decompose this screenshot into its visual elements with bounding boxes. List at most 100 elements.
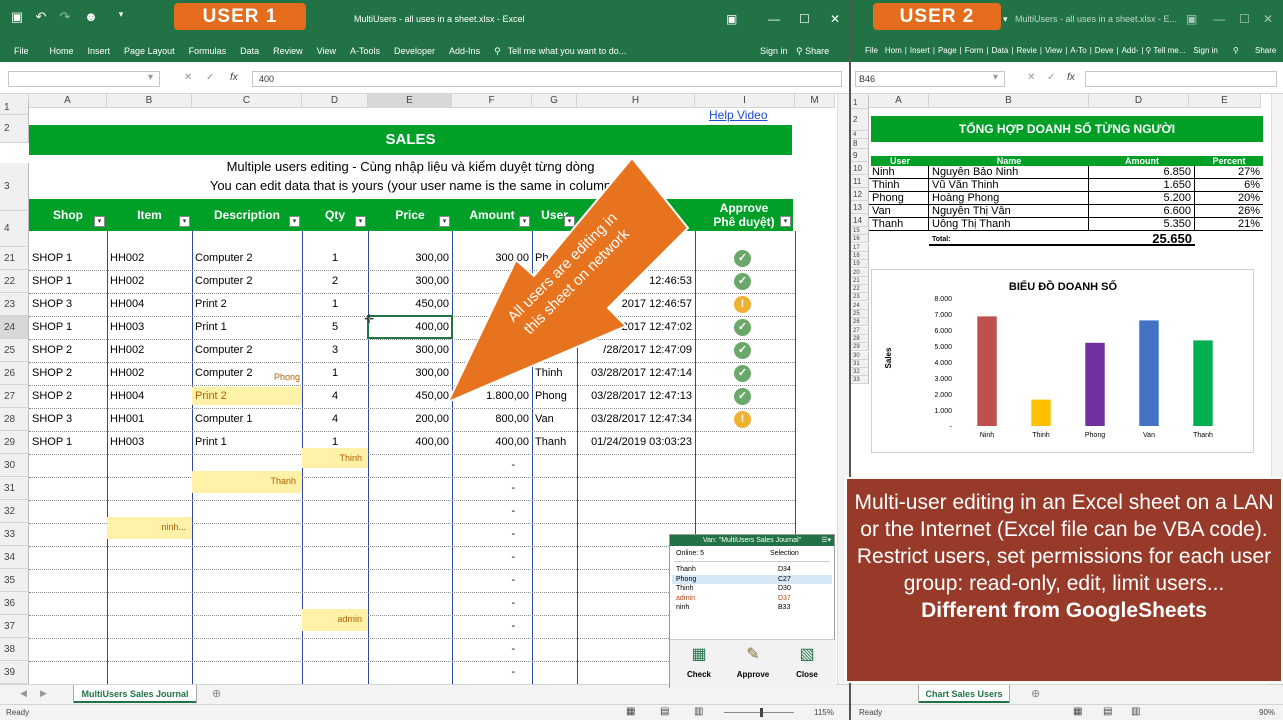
tab2-developer[interactable]: Deve [1092, 41, 1117, 61]
tab-insert[interactable]: Insert [81, 41, 118, 61]
row-header-31[interactable]: 31 [0, 477, 29, 500]
row2-header-22[interactable]: 22 [851, 285, 869, 294]
row2-header-25[interactable]: 25 [851, 310, 869, 318]
zoom-level-2[interactable]: 90% [1259, 708, 1275, 717]
cell-qty[interactable]: 5 [302, 321, 368, 333]
close-icon[interactable]: ✕ [830, 12, 840, 26]
row2-header-13[interactable]: 13 [851, 201, 869, 214]
cell-desc[interactable]: Print 1 [192, 436, 302, 448]
close-icon-2[interactable]: ✕ [1263, 12, 1273, 26]
sales-chart[interactable]: BIỂU ĐỒ DOANH SỐ Sales 8.000 7.000 6.000 5.… [871, 269, 1254, 453]
users-icon[interactable]: ☻ [82, 9, 100, 24]
cell-shop[interactable]: SHOP 2 [29, 367, 107, 379]
cancel-icon-2[interactable]: ✕ [1027, 72, 1035, 83]
row2-header-8[interactable]: 8 [851, 139, 869, 149]
chart-bar-thanh[interactable] [1193, 340, 1213, 426]
tab2-review[interactable]: Revie [1013, 41, 1039, 61]
row-header-37[interactable]: 37 [0, 615, 29, 638]
row2-header-30[interactable]: 30 [851, 351, 869, 360]
tab2-formulas[interactable]: Form [962, 41, 987, 61]
cell-time[interactable]: 03/28/2017 12:47:34 [577, 413, 695, 425]
cell-desc[interactable]: Print 2 [192, 387, 302, 405]
row2-header-21[interactable]: 21 [851, 276, 869, 285]
tab2-data[interactable]: Data [988, 41, 1011, 61]
sheet-tab-chart-sales[interactable]: Chart Sales Users [919, 685, 1009, 703]
save-icon[interactable]: ▣ [8, 9, 26, 25]
cell-shop[interactable]: SHOP 1 [29, 321, 107, 333]
cell-desc[interactable]: Print 2 [192, 298, 302, 310]
name-box[interactable] [8, 71, 160, 87]
new-sheet-icon-2[interactable]: ⊕ [1031, 687, 1040, 700]
row2-header-33[interactable]: 33 [851, 376, 869, 385]
cell-user[interactable]: Thanh [532, 436, 577, 448]
cell-item[interactable]: HH002 [107, 275, 192, 287]
minimize-icon[interactable]: — [768, 12, 780, 26]
cell-item[interactable]: HH002 [107, 252, 192, 264]
row-header-21[interactable]: 21 [0, 247, 29, 270]
column-header-d[interactable]: D [302, 94, 368, 108]
summary-user[interactable]: Phong [869, 192, 929, 205]
chart-bar-phong[interactable] [1085, 342, 1105, 426]
row2-header-12[interactable]: 12 [851, 188, 869, 201]
online-user-row[interactable]: Thanh D34 [672, 565, 832, 574]
share-button[interactable]: ⚲ Share [796, 41, 829, 61]
row-header-39[interactable]: 39 [0, 661, 29, 684]
row2-header-15[interactable]: 15 [851, 227, 869, 235]
filter-dropdown-icon[interactable]: ▾ [94, 216, 105, 227]
summary-user[interactable]: Thinh [869, 179, 929, 192]
tab2-file[interactable]: File [851, 41, 882, 61]
cancel-icon[interactable]: ✕ [184, 72, 192, 83]
approve-button[interactable]: ✎ Approve [728, 644, 778, 688]
fx-icon-2[interactable]: fx [1067, 72, 1075, 83]
row2-header-14[interactable]: 14 [851, 214, 869, 227]
summary-user[interactable]: Ninh [869, 166, 929, 179]
column2-header-d[interactable]: D [1089, 94, 1189, 108]
row-header-2[interactable]: 2 [0, 115, 29, 143]
summary-user[interactable]: Thanh [869, 218, 929, 231]
qat-dropdown-icon[interactable]: ▾ [1003, 14, 1008, 25]
cell-desc[interactable]: Computer 1 [192, 413, 302, 425]
row2-header-17[interactable]: 17 [851, 243, 869, 252]
row2-header-9[interactable]: 9 [851, 149, 869, 162]
name-box-2[interactable]: B46 [855, 71, 1005, 87]
tab-review[interactable]: Review [266, 41, 310, 61]
cell-time[interactable]: 01/24/2019 03:03:23 [577, 436, 695, 448]
column-header-m[interactable]: M [795, 94, 835, 108]
summary-percent[interactable]: 27% [1195, 166, 1263, 179]
online-user-row[interactable]: Phong C27 [672, 574, 832, 584]
row2-header-31[interactable]: 31 [851, 359, 869, 368]
fx-icon[interactable]: fx [230, 72, 238, 83]
cell-shop[interactable]: SHOP 1 [29, 252, 107, 264]
cell-qty[interactable]: 4 [302, 413, 368, 425]
tab-add-ins[interactable]: Add-Ins [442, 41, 487, 61]
cell-qty[interactable]: 2 [302, 275, 368, 287]
row2-header-1[interactable]: 1 [851, 97, 869, 109]
row2-header-23[interactable]: 23 [851, 293, 869, 302]
tab-file[interactable]: File [0, 41, 43, 61]
column-header-c[interactable]: C [192, 94, 302, 108]
row-header-33[interactable]: 33 [0, 523, 29, 546]
page-break-view-icon[interactable]: ▥ [694, 706, 703, 717]
tab-scroll-right-icon[interactable]: ▶ [40, 688, 47, 699]
online-user-row[interactable]: admin D37 [672, 594, 832, 603]
tab-home[interactable]: Home [43, 41, 81, 61]
summary-user[interactable]: Van [869, 205, 929, 218]
tab-a-tools[interactable]: A-Tools [343, 41, 387, 61]
summary-amount[interactable]: 5.350 [1089, 218, 1195, 231]
row2-header-24[interactable]: 24 [851, 301, 869, 310]
tab-view[interactable]: View [310, 41, 343, 61]
cell-item[interactable]: HH002 [107, 344, 192, 356]
cell-shop[interactable]: SHOP 3 [29, 413, 107, 425]
row-header-25[interactable]: 25 [0, 339, 29, 362]
row-header-1[interactable]: 1 [0, 101, 29, 115]
normal-view-icon[interactable]: ▦ [626, 706, 635, 717]
filter-dropdown-icon[interactable]: ▾ [179, 216, 190, 227]
sign-in-link[interactable]: Sign in [760, 41, 788, 61]
row-header-32[interactable]: 32 [0, 500, 29, 523]
summary-name[interactable]: Nguyễn Thị Vân [929, 205, 1089, 218]
row-header-34[interactable]: 34 [0, 546, 29, 569]
cell-item[interactable]: HH002 [107, 367, 192, 379]
panel-menu-icon[interactable]: ☰▾ [821, 535, 831, 546]
cell-price[interactable]: 200,00 [368, 413, 452, 425]
column-header-f[interactable]: F [452, 94, 532, 108]
